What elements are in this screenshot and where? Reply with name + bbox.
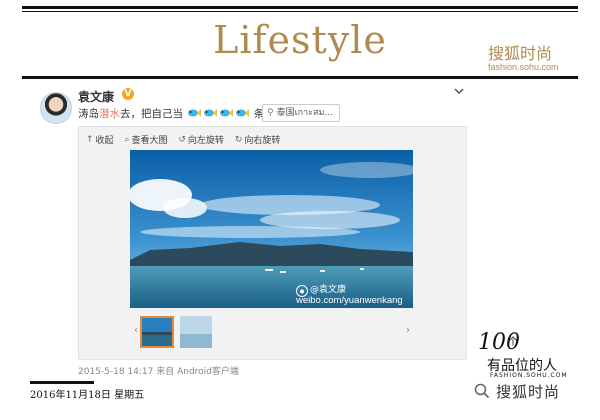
rotate-right-icon: ↻ xyxy=(234,134,243,145)
header-top-rule-thin xyxy=(22,11,578,12)
username[interactable]: 袁文康 xyxy=(78,88,114,105)
wechat-search-icon xyxy=(474,383,490,399)
post-text: 涛岛潜水去，把自己当 条鱼。 xyxy=(78,106,285,121)
post-text-highlight[interactable]: 潜水 xyxy=(99,108,120,120)
post-text-middle: 去，把自己当 xyxy=(120,108,183,120)
thumbnail-1[interactable] xyxy=(140,316,174,348)
logo-100-url: FASHION.SOHU.COM xyxy=(490,372,568,379)
brand-name: 搜狐时尚 xyxy=(488,44,553,63)
view-large-label: 查看大图 xyxy=(131,136,168,146)
weibo-logo-icon xyxy=(296,282,308,297)
brand-url: fashion.sohu.com xyxy=(488,62,559,72)
post-text-start: 涛岛 xyxy=(78,108,99,120)
fish-icon xyxy=(203,108,218,118)
collapse-button[interactable]: ↑ 收起 xyxy=(86,133,114,147)
verified-badge: V xyxy=(122,88,134,100)
post-meta: 2015-5-18 14:17 来自 Android客户端 xyxy=(78,367,239,377)
location-tag[interactable]: ⚲ 泰国เกาะสม... xyxy=(262,104,341,122)
prev-image-icon[interactable]: ‹ xyxy=(134,325,138,336)
fish-icon xyxy=(219,108,234,118)
logo-100-unit: 个 xyxy=(508,337,518,348)
thumbnail-2[interactable] xyxy=(180,316,212,348)
chevron-down-icon[interactable] xyxy=(454,85,464,98)
header-top-rule xyxy=(22,6,578,9)
view-large-button[interactable]: ⌕ 查看大图 xyxy=(124,133,168,147)
date-rule xyxy=(30,381,94,384)
collapse-label: 收起 xyxy=(95,136,114,146)
rotate-left-label: 向左旋转 xyxy=(187,136,224,146)
rotate-left-button[interactable]: ↺ 向左旋转 xyxy=(178,133,224,147)
issue-date: 2016年11月18日 星期五 xyxy=(30,390,145,401)
fish-icon xyxy=(187,108,202,118)
media-toolbar: ↑ 收起 ⌕ 查看大图 ↺ 向左旋转 ↻ 向右旋转 xyxy=(86,133,288,147)
rotate-left-icon: ↺ xyxy=(178,134,186,145)
watermark-url: weibo.com/yuanwenkang xyxy=(296,295,403,306)
collapse-arrow-icon: ↑ xyxy=(86,134,94,145)
rotate-right-button[interactable]: ↻ 向右旋转 xyxy=(234,133,281,147)
avatar[interactable] xyxy=(40,92,72,124)
next-image-icon[interactable]: › xyxy=(406,325,410,336)
rotate-right-label: 向右旋转 xyxy=(244,136,281,146)
location-pin-icon: ⚲ xyxy=(267,108,274,118)
fish-icon xyxy=(235,108,250,118)
post-photo[interactable] xyxy=(130,150,413,308)
magnifier-icon: ⌕ xyxy=(124,134,130,145)
header-bottom-rule xyxy=(22,76,578,79)
wechat-account-name: 搜狐时尚 xyxy=(496,383,561,401)
watermark-name: @袁文康 xyxy=(310,285,347,295)
location-label: 泰国เกาะสม... xyxy=(276,108,334,118)
